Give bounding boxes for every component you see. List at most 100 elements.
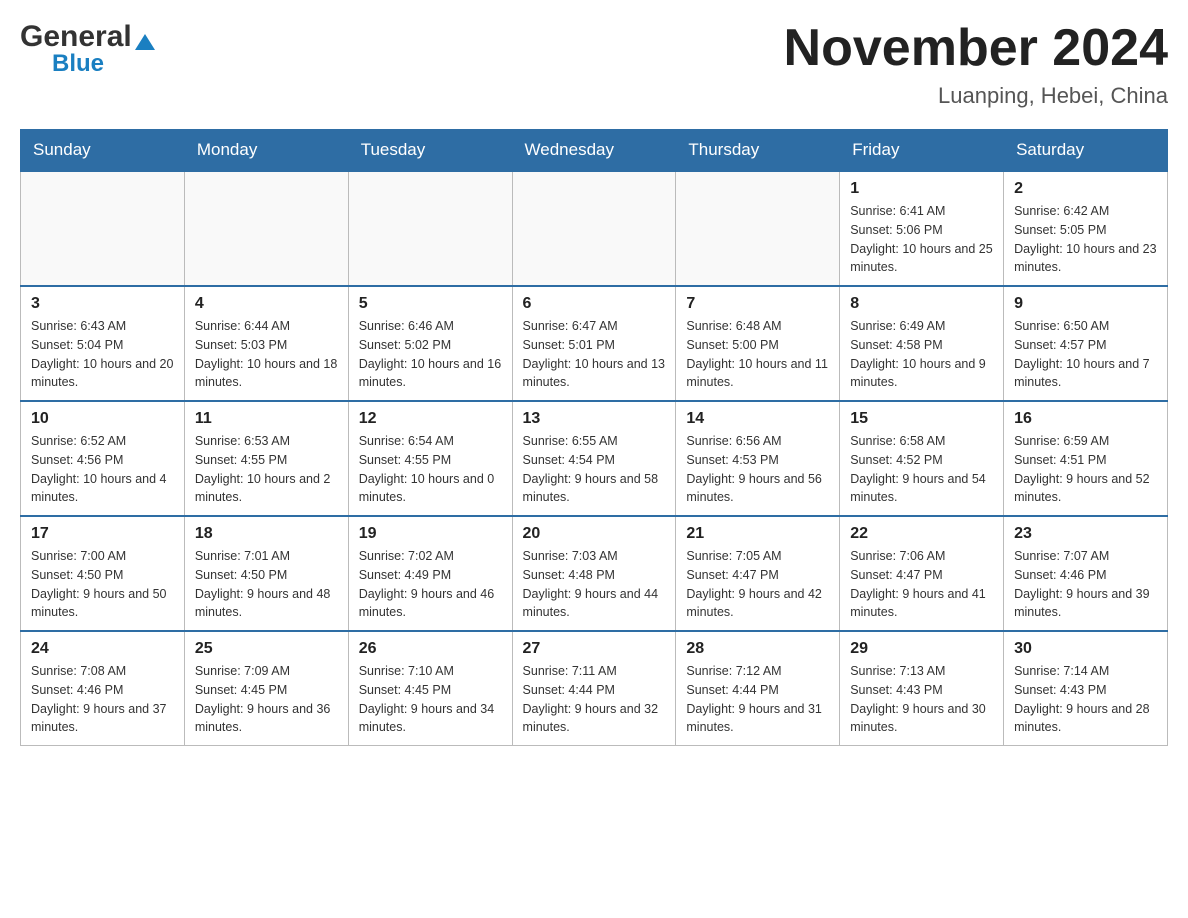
calendar-cell: 3 Sunrise: 6:43 AMSunset: 5:04 PMDaylight… — [21, 286, 185, 401]
day-number: 14 — [686, 410, 829, 428]
header-tuesday: Tuesday — [348, 130, 512, 172]
calendar-cell: 13 Sunrise: 6:55 AMSunset: 4:54 PMDayligh… — [512, 401, 676, 516]
calendar-cell: 7 Sunrise: 6:48 AMSunset: 5:00 PMDaylight… — [676, 286, 840, 401]
calendar-cell — [21, 171, 185, 286]
day-number: 13 — [523, 410, 666, 428]
calendar-cell: 4 Sunrise: 6:44 AMSunset: 5:03 PMDaylight… — [184, 286, 348, 401]
day-number: 2 — [1014, 180, 1157, 198]
day-info: Sunrise: 7:08 AMSunset: 4:46 PMDaylight:… — [31, 662, 174, 737]
day-header-row: Sunday Monday Tuesday Wednesday Thursday… — [21, 130, 1168, 172]
day-info: Sunrise: 7:14 AMSunset: 4:43 PMDaylight:… — [1014, 662, 1157, 737]
calendar-cell — [184, 171, 348, 286]
header-wednesday: Wednesday — [512, 130, 676, 172]
day-number: 4 — [195, 295, 338, 313]
day-number: 28 — [686, 640, 829, 658]
day-number: 16 — [1014, 410, 1157, 428]
day-info: Sunrise: 6:53 AMSunset: 4:55 PMDaylight:… — [195, 432, 338, 507]
day-number: 17 — [31, 525, 174, 543]
calendar-cell: 12 Sunrise: 6:54 AMSunset: 4:55 PMDayligh… — [348, 401, 512, 516]
week-row-4: 24 Sunrise: 7:08 AMSunset: 4:46 PMDayligh… — [21, 631, 1168, 746]
day-number: 1 — [850, 180, 993, 198]
calendar-subtitle: Luanping, Hebei, China — [784, 83, 1168, 109]
day-number: 7 — [686, 295, 829, 313]
calendar-cell: 24 Sunrise: 7:08 AMSunset: 4:46 PMDayligh… — [21, 631, 185, 746]
calendar-cell: 22Sunrise: 7:06 AMSunset: 4:47 PMDayligh… — [840, 516, 1004, 631]
calendar-cell: 17 Sunrise: 7:00 AMSunset: 4:50 PMDayligh… — [21, 516, 185, 631]
day-info: Sunrise: 6:44 AMSunset: 5:03 PMDaylight:… — [195, 317, 338, 392]
day-info: Sunrise: 7:03 AMSunset: 4:48 PMDaylight:… — [523, 547, 666, 622]
calendar-cell — [348, 171, 512, 286]
calendar-cell: 21 Sunrise: 7:05 AMSunset: 4:47 PMDayligh… — [676, 516, 840, 631]
day-info: Sunrise: 6:59 AMSunset: 4:51 PMDaylight:… — [1014, 432, 1157, 507]
calendar-cell: 18 Sunrise: 7:01 AMSunset: 4:50 PMDayligh… — [184, 516, 348, 631]
day-info: Sunrise: 7:07 AMSunset: 4:46 PMDaylight:… — [1014, 547, 1157, 622]
day-info: Sunrise: 7:06 AMSunset: 4:47 PMDaylight:… — [850, 547, 993, 622]
day-info: Sunrise: 6:46 AMSunset: 5:02 PMDaylight:… — [359, 317, 502, 392]
day-info: Sunrise: 6:41 AMSunset: 5:06 PMDaylight:… — [850, 202, 993, 277]
day-number: 25 — [195, 640, 338, 658]
calendar-cell: 10 Sunrise: 6:52 AMSunset: 4:56 PMDayligh… — [21, 401, 185, 516]
calendar-cell: 19 Sunrise: 7:02 AMSunset: 4:49 PMDayligh… — [348, 516, 512, 631]
calendar-cell: 25 Sunrise: 7:09 AMSunset: 4:45 PMDayligh… — [184, 631, 348, 746]
day-info: Sunrise: 7:10 AMSunset: 4:45 PMDaylight:… — [359, 662, 502, 737]
day-info: Sunrise: 7:09 AMSunset: 4:45 PMDaylight:… — [195, 662, 338, 737]
day-number: 3 — [31, 295, 174, 313]
day-number: 10 — [31, 410, 174, 428]
day-number: 18 — [195, 525, 338, 543]
calendar-cell: 23 Sunrise: 7:07 AMSunset: 4:46 PMDayligh… — [1004, 516, 1168, 631]
day-info: Sunrise: 6:54 AMSunset: 4:55 PMDaylight:… — [359, 432, 502, 507]
day-info: Sunrise: 6:48 AMSunset: 5:00 PMDaylight:… — [686, 317, 829, 392]
day-info: Sunrise: 6:58 AMSunset: 4:52 PMDaylight:… — [850, 432, 993, 507]
calendar-cell: 5 Sunrise: 6:46 AMSunset: 5:02 PMDaylight… — [348, 286, 512, 401]
header-friday: Friday — [840, 130, 1004, 172]
day-info: Sunrise: 7:13 AMSunset: 4:43 PMDaylight:… — [850, 662, 993, 737]
day-number: 29 — [850, 640, 993, 658]
day-info: Sunrise: 7:02 AMSunset: 4:49 PMDaylight:… — [359, 547, 502, 622]
day-number: 26 — [359, 640, 502, 658]
day-number: 24 — [31, 640, 174, 658]
day-info: Sunrise: 7:01 AMSunset: 4:50 PMDaylight:… — [195, 547, 338, 622]
day-number: 12 — [359, 410, 502, 428]
day-number: 21 — [686, 525, 829, 543]
day-number: 15 — [850, 410, 993, 428]
calendar-cell: 11 Sunrise: 6:53 AMSunset: 4:55 PMDayligh… — [184, 401, 348, 516]
day-info: Sunrise: 6:49 AMSunset: 4:58 PMDaylight:… — [850, 317, 993, 392]
day-number: 19 — [359, 525, 502, 543]
day-info: Sunrise: 6:43 AMSunset: 5:04 PMDaylight:… — [31, 317, 174, 392]
logo-blue-text: Blue — [52, 50, 104, 78]
calendar-cell — [676, 171, 840, 286]
day-number: 20 — [523, 525, 666, 543]
day-info: Sunrise: 6:50 AMSunset: 4:57 PMDaylight:… — [1014, 317, 1157, 392]
day-info: Sunrise: 7:00 AMSunset: 4:50 PMDaylight:… — [31, 547, 174, 622]
logo: General Blue — [20, 20, 155, 78]
day-number: 8 — [850, 295, 993, 313]
calendar-cell: 1 Sunrise: 6:41 AMSunset: 5:06 PMDaylight… — [840, 171, 1004, 286]
calendar-cell: 20 Sunrise: 7:03 AMSunset: 4:48 PMDayligh… — [512, 516, 676, 631]
calendar-cell: 28Sunrise: 7:12 AMSunset: 4:44 PMDayligh… — [676, 631, 840, 746]
calendar-cell: 30 Sunrise: 7:14 AMSunset: 4:43 PMDayligh… — [1004, 631, 1168, 746]
day-number: 27 — [523, 640, 666, 658]
day-info: Sunrise: 6:52 AMSunset: 4:56 PMDaylight:… — [31, 432, 174, 507]
calendar-cell: 9 Sunrise: 6:50 AMSunset: 4:57 PMDaylight… — [1004, 286, 1168, 401]
week-row-3: 17 Sunrise: 7:00 AMSunset: 4:50 PMDayligh… — [21, 516, 1168, 631]
day-number: 23 — [1014, 525, 1157, 543]
page-header: General Blue November 2024 Luanping, Heb… — [20, 20, 1168, 109]
week-row-0: 1 Sunrise: 6:41 AMSunset: 5:06 PMDaylight… — [21, 171, 1168, 286]
header-monday: Monday — [184, 130, 348, 172]
calendar-cell — [512, 171, 676, 286]
day-number: 30 — [1014, 640, 1157, 658]
week-row-2: 10 Sunrise: 6:52 AMSunset: 4:56 PMDayligh… — [21, 401, 1168, 516]
day-info: Sunrise: 6:56 AMSunset: 4:53 PMDaylight:… — [686, 432, 829, 507]
day-number: 9 — [1014, 295, 1157, 313]
calendar-table: Sunday Monday Tuesday Wednesday Thursday… — [20, 129, 1168, 746]
day-info: Sunrise: 7:11 AMSunset: 4:44 PMDaylight:… — [523, 662, 666, 737]
day-info: Sunrise: 6:55 AMSunset: 4:54 PMDaylight:… — [523, 432, 666, 507]
day-info: Sunrise: 7:05 AMSunset: 4:47 PMDaylight:… — [686, 547, 829, 622]
logo-general-text: General — [20, 20, 155, 54]
calendar-cell: 16 Sunrise: 6:59 AMSunset: 4:51 PMDayligh… — [1004, 401, 1168, 516]
title-section: November 2024 Luanping, Hebei, China — [784, 20, 1168, 109]
day-number: 11 — [195, 410, 338, 428]
calendar-cell: 26 Sunrise: 7:10 AMSunset: 4:45 PMDayligh… — [348, 631, 512, 746]
calendar-cell: 14 Sunrise: 6:56 AMSunset: 4:53 PMDayligh… — [676, 401, 840, 516]
day-number: 5 — [359, 295, 502, 313]
